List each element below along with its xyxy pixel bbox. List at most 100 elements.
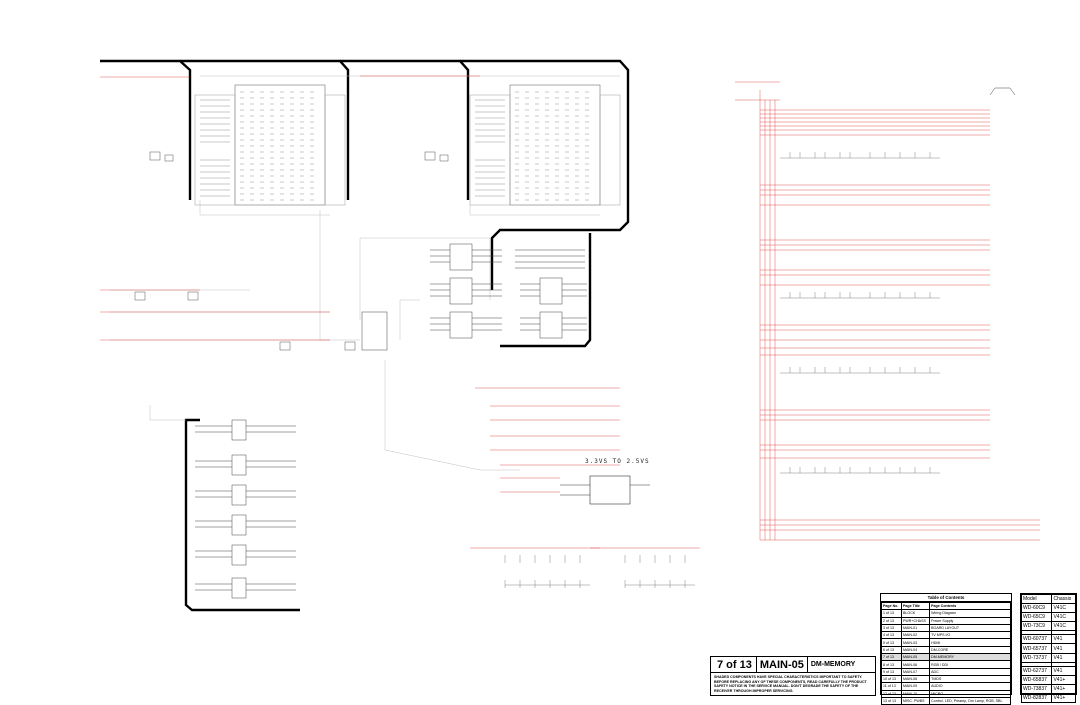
capacitor-banks: [780, 152, 940, 474]
model-row: WD-65837 V41+: [1020, 674, 1076, 685]
chassis-cell: V41: [1051, 643, 1076, 654]
passive-components: [134, 151, 449, 351]
toc-header: Page No.: [881, 601, 902, 611]
model-cell: WD-73737: [1020, 652, 1053, 663]
model-row: WD-65C9 V41C: [1020, 612, 1076, 623]
toc-cell: ADC: [929, 667, 1011, 676]
model-cell: WD-62737: [1020, 665, 1053, 676]
grey-wiring: [110, 75, 620, 471]
toc-table: Page No. Page Title Page Contents 1 of 1…: [881, 601, 1011, 705]
toc-cell: AUDIO: [929, 682, 1011, 691]
toc-cell: 2 of 13: [881, 616, 902, 625]
toc-cell: HDMI: [929, 638, 1011, 647]
safety-note: SHADED COMPONENTS HAVE SPECIAL CHARACTER…: [711, 672, 875, 695]
toc-cell: MAIN-09: [900, 682, 931, 691]
toc-cell: BLOCK: [900, 609, 931, 618]
regulator-label: 3.3VS TO 2.5VS: [585, 458, 650, 465]
models-header: Chassis: [1051, 593, 1076, 605]
toc-header: Page Title: [900, 601, 931, 611]
model-cell: WD-60C9: [1020, 603, 1053, 614]
toc-cell: TV MPS I/O: [929, 631, 1011, 640]
toc-cell: 5 of 13: [881, 638, 902, 647]
model-row: WD-62737 V41: [1020, 665, 1076, 676]
toc-cell: MICRO: [929, 689, 1011, 698]
model-cell: WD-65837: [1020, 674, 1053, 685]
toc-cell: 4 of 13: [881, 631, 902, 640]
model-cell: WD-65737: [1020, 643, 1053, 654]
model-row: WD-73837 V41+: [1020, 683, 1076, 694]
chassis-cell: V41: [1051, 652, 1076, 663]
toc-row: 5 of 13 MAIN-03 HDMI: [881, 638, 1011, 647]
toc-cell: MAIN-08: [900, 674, 931, 684]
toc-row: 11 of 13 MAIN-09 AUDIO: [881, 682, 1011, 691]
toc-cell: MAIN-05: [900, 653, 931, 662]
chassis-cell: V41C: [1051, 612, 1076, 623]
toc-row: 2 of 13 PWR+CHASS Power Supply: [881, 616, 1011, 625]
toc-row: 3 of 13 MAIN-01 BOARD LAYOUT: [881, 623, 1011, 633]
toc-row: 13 of 13 MISC. PWBS Control, LED, Preamp, …: [881, 696, 1011, 705]
model-cell: WD-73C9: [1020, 621, 1053, 632]
toc-cell: PWR+CHASS: [900, 616, 931, 625]
model-cell: WD-73837: [1020, 683, 1053, 694]
toc-row: 6 of 13 MAIN-04 DM-CORE: [881, 645, 1011, 655]
toc-row: 9 of 13 MAIN-07 ADC: [881, 667, 1011, 676]
toc-cell: Control, LED, Preamp, Dm Lamp, RGB, SBL: [929, 696, 1011, 705]
toc-cell: MAIN-06: [900, 660, 931, 669]
sheet-subtitle: DM-MEMORY: [810, 661, 856, 668]
chassis-cell: V41C: [1051, 621, 1076, 632]
bus-lines: [100, 59, 630, 612]
toc-cell: 9 of 13: [881, 667, 902, 676]
signal-wiring: [100, 75, 1040, 549]
toc-cell: MAIN-07: [900, 667, 931, 676]
toc-cell: MAIN-10: [900, 689, 931, 698]
title-block: 7 of 13 MAIN-05 DM-MEMORY SHADED COMPONE…: [710, 656, 876, 696]
toc-cell: MAIN-04: [900, 645, 931, 655]
toc-cell: 3 of 13: [881, 623, 902, 633]
connector-group: [195, 419, 296, 599]
toc-cell: BOARD LAYOUT: [929, 623, 1011, 633]
chassis-cell: V41+: [1051, 683, 1076, 694]
center-ic-cluster: [361, 243, 587, 351]
page-number: 7 of 13: [717, 658, 752, 671]
toc-row: 4 of 13 MAIN-02 TV MPS I/O: [881, 631, 1011, 640]
toc-cell: Power Supply: [929, 616, 1011, 625]
toc-header: Page Contents: [929, 601, 1011, 611]
toc-row: 1 of 13 BLOCK Wiring Diagram: [881, 609, 1011, 618]
toc-cell: 1 of 13: [881, 609, 902, 618]
toc-cell: DM-CORE: [929, 645, 1011, 655]
chassis-cell: V41C: [1051, 603, 1076, 614]
toc-cell: TMDS: [929, 674, 1011, 684]
toc-row: 8 of 13 MAIN-06 RGB / DDI: [881, 660, 1011, 669]
model-row: WD-60737 V41: [1020, 634, 1076, 645]
toc-cell: MAIN-03: [900, 638, 931, 647]
resistor-arrays: [200, 91, 595, 201]
toc-cell: MAIN-02: [900, 631, 931, 640]
model-row: WD-60C9 V41C: [1020, 603, 1076, 614]
model-chassis-table: Model Chassis WD-60C9 V41C WD-65C9 V41C WD-7…: [1020, 593, 1077, 704]
toc-cell: MISC. PWBS: [900, 696, 931, 705]
toc-cell: 7 of 13: [881, 653, 902, 662]
chassis-cell: V41: [1051, 634, 1076, 645]
toc-cell: RGB / DDI: [929, 660, 1011, 669]
toc-title: Table of Contents: [881, 594, 1011, 602]
toc-cell: 10 of 13: [881, 674, 902, 684]
toc-cell: DM-MEMORY: [929, 653, 1011, 662]
toc-cell: 12 of 13: [881, 689, 902, 698]
model-row: WD-65737 V41: [1020, 643, 1076, 654]
toc-row: 10 of 13 MAIN-08 TMDS: [881, 674, 1011, 684]
model-row: WD-73C9 V41C: [1020, 621, 1076, 632]
sheet-name: MAIN-05: [755, 657, 808, 672]
decoupling-caps: [504, 555, 695, 588]
table-of-contents: Table of Contents Page No. Page Title Pa…: [880, 593, 1012, 705]
memory-chip-left: [194, 84, 346, 206]
model-row: WD-73737 V41: [1020, 652, 1076, 663]
models-header: Model: [1020, 593, 1053, 605]
memory-chip-right: [469, 84, 621, 206]
right-connector-shape: [989, 87, 1016, 96]
toc-row: 7 of 13 MAIN-05 DM-MEMORY: [881, 653, 1011, 662]
toc-row: 12 of 13 MAIN-10 MICRO: [881, 689, 1011, 698]
toc-cell: 13 of 13: [881, 696, 902, 705]
chassis-cell: V41+: [1051, 674, 1076, 685]
toc-cell: MAIN-01: [900, 623, 931, 633]
model-cell: WD-60737: [1020, 634, 1053, 645]
